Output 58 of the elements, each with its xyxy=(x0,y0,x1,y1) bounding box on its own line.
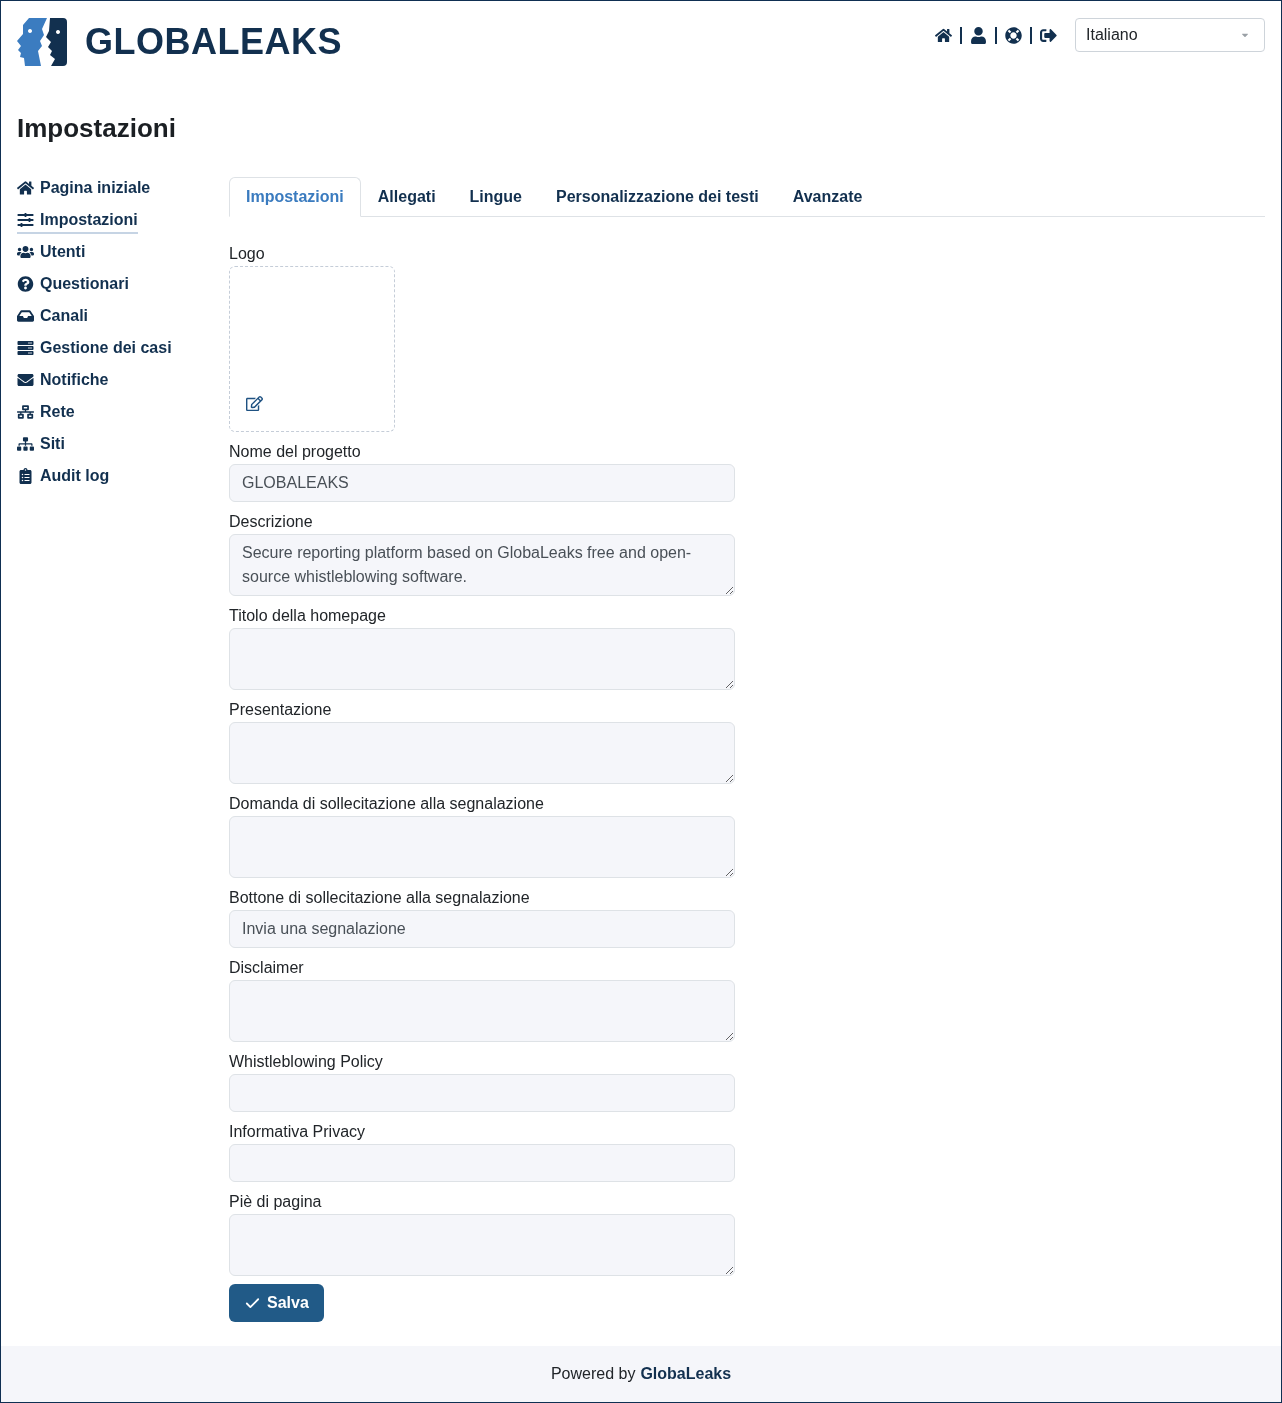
field-label: Whistleblowing Policy xyxy=(229,1052,383,1072)
field-label: Disclaimer xyxy=(229,958,304,978)
users-icon xyxy=(17,244,34,260)
page-title: Impostazioni xyxy=(16,112,177,144)
tab[interactable]: Lingue xyxy=(452,177,539,217)
edit-icon[interactable] xyxy=(246,395,263,412)
sign-out-icon[interactable] xyxy=(1040,26,1057,44)
sidebar-item[interactable]: Gestione dei casi xyxy=(17,334,172,362)
textarea-field[interactable] xyxy=(229,816,735,878)
tab[interactable]: Allegati xyxy=(360,177,453,217)
footer-link[interactable]: GlobaLeaks xyxy=(640,1362,732,1386)
logo-text: GLOBALEAKS xyxy=(85,24,342,60)
sidebar-item[interactable]: Canali xyxy=(17,302,88,330)
network-icon xyxy=(17,404,34,420)
field-label: Piè di pagina xyxy=(229,1192,322,1212)
sitemap-icon xyxy=(17,436,34,452)
textarea-field[interactable]: Secure reporting platform based on GlobaLeaks free and open-source whistleblowing software. xyxy=(229,534,735,596)
user-icon[interactable] xyxy=(970,26,987,44)
sidebar-item[interactable]: Utenti xyxy=(17,238,86,266)
language-select[interactable]: Italiano xyxy=(1075,18,1265,52)
sidebar-item[interactable]: Audit log xyxy=(17,462,110,490)
envelope-icon xyxy=(17,372,34,388)
input-field[interactable] xyxy=(229,1074,735,1112)
textarea-field[interactable] xyxy=(229,980,735,1042)
input-field[interactable]: Invia una segnalazione xyxy=(229,910,735,948)
field-label: Descrizione xyxy=(229,512,313,532)
sidebar-item[interactable]: Siti xyxy=(17,430,65,458)
field-label: Titolo della homepage xyxy=(229,606,386,626)
sidebar-item[interactable]: Pagina iniziale xyxy=(17,174,151,202)
sidebar-item[interactable]: Rete xyxy=(17,398,75,426)
field-label: Nome del progetto xyxy=(229,442,361,462)
sliders-icon xyxy=(17,212,34,228)
footer-text: Powered by xyxy=(550,1364,636,1384)
textarea-field[interactable] xyxy=(229,628,735,690)
field-label: Presentazione xyxy=(229,700,332,720)
save-button[interactable]: Salva xyxy=(229,1284,324,1322)
tab[interactable]: Impostazioni xyxy=(229,177,361,217)
input-field[interactable] xyxy=(229,1144,735,1182)
textarea-field[interactable] xyxy=(229,722,735,784)
textarea-field[interactable] xyxy=(229,1214,735,1276)
logo-icon xyxy=(17,17,67,67)
lifebuoy-icon[interactable] xyxy=(1005,26,1022,44)
sidebar-item[interactable]: Impostazioni xyxy=(17,206,138,234)
home-icon[interactable] xyxy=(935,26,952,44)
tab[interactable]: Avanzate xyxy=(775,177,880,217)
input-field[interactable]: GLOBALEAKS xyxy=(229,464,735,502)
sidebar-item[interactable]: Questionari xyxy=(17,270,129,298)
question-icon xyxy=(17,276,34,292)
sidebar-item[interactable]: Notifiche xyxy=(17,366,109,394)
clipboard-icon xyxy=(17,468,34,484)
field-label: Domanda di sollecitazione alla segnalazione xyxy=(229,794,544,814)
server-icon xyxy=(17,340,34,356)
inbox-icon xyxy=(17,308,34,324)
field-label: Informativa Privacy xyxy=(229,1122,366,1142)
field-label: Bottone di sollecitazione alla segnalazione xyxy=(229,888,530,908)
field-label: Logo xyxy=(229,244,265,264)
home-icon xyxy=(17,180,34,196)
tab[interactable]: Personalizzazione dei testi xyxy=(539,177,776,217)
